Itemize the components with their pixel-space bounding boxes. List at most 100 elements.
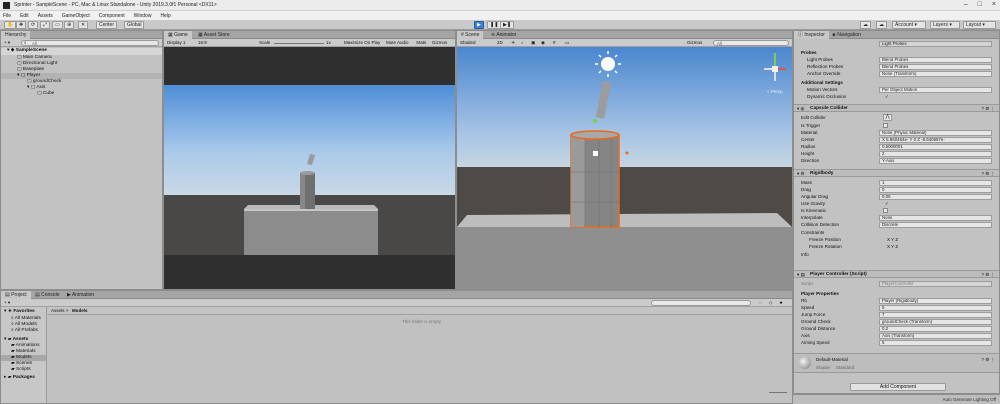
anchor-override-field[interactable]: None (Transform) xyxy=(879,71,992,77)
hidden-objects-icon[interactable]: ◉ xyxy=(541,40,545,46)
component-menu-icon[interactable]: ? ⚙ ⋮ xyxy=(981,272,995,278)
play-button[interactable]: ▶ xyxy=(474,21,484,29)
label-icon[interactable]: ◇ xyxy=(769,300,772,306)
display-dropdown[interactable]: Display 1 xyxy=(167,40,186,45)
constraints-foldout[interactable]: Constraints xyxy=(797,229,996,236)
freeze-position-checkboxes[interactable]: X Y Z xyxy=(887,237,898,242)
step-button[interactable]: ▶❚ xyxy=(500,21,515,29)
dynamic-occlusion-checkbox[interactable]: ✓ xyxy=(885,94,889,100)
hierarchy-item-baseplate[interactable]: ▢ Baseplate xyxy=(17,67,44,72)
collision-detection-dropdown[interactable]: Discrete xyxy=(879,222,992,228)
layout-dropdown[interactable]: Layout ▾ xyxy=(963,21,996,29)
rigidbody-header[interactable]: ▾ ⚙ Rigidbody ? ⚙ ⋮ xyxy=(794,169,999,177)
menu-file[interactable]: File xyxy=(3,13,11,19)
scene-search-input[interactable]: All xyxy=(713,40,789,46)
move-tool-button[interactable]: ✥ xyxy=(16,21,27,29)
add-component-button[interactable]: Add Component xyxy=(850,383,946,391)
account-dropdown[interactable]: Account ▾ xyxy=(892,21,926,29)
pivot-toggle[interactable]: Center xyxy=(96,21,118,29)
player-controller-header[interactable]: ▾ ▤ Player Controller (Script) ? ⚙ ⋮ xyxy=(794,270,999,278)
cloud-icon[interactable]: ☁ xyxy=(876,21,887,29)
custom-tool-button[interactable]: ✕ xyxy=(78,21,89,29)
tab-navigation[interactable]: ◈ Navigation xyxy=(828,31,865,39)
transform-tool-button[interactable]: ⊕ xyxy=(64,21,75,29)
folder-materials[interactable]: ▰ Materials xyxy=(11,349,36,354)
audio-toggle-icon[interactable]: ♪ xyxy=(521,40,523,45)
rect-tool-button[interactable]: ▭ xyxy=(52,21,63,29)
gizmos-dropdown[interactable]: Gizmos xyxy=(432,40,447,45)
tab-animator[interactable]: ≋ Animator xyxy=(487,31,520,39)
freeze-rotation-checkboxes[interactable]: X Y Z xyxy=(887,244,898,249)
2d-toggle[interactable]: 2D xyxy=(497,40,503,45)
stats-toggle[interactable]: Stats xyxy=(416,40,426,45)
favorite-all-prefabs[interactable]: ⌕ All Prefabs xyxy=(11,327,38,333)
is-trigger-checkbox[interactable] xyxy=(883,123,888,128)
tab-game[interactable]: ▦ Game xyxy=(164,31,192,39)
tab-project[interactable]: ▤ Project xyxy=(1,291,31,299)
camera-settings-icon[interactable]: ▭ xyxy=(565,40,569,46)
breadcrumb-models[interactable]: Models xyxy=(72,308,88,313)
menu-help[interactable]: Help xyxy=(160,13,170,19)
assets-section[interactable]: ▾ ▰ Assets xyxy=(4,337,28,342)
component-menu-icon[interactable]: ? ⚙ ⋮ xyxy=(981,171,995,177)
scale-slider[interactable] xyxy=(274,43,324,44)
game-viewport[interactable] xyxy=(164,47,455,289)
space-toggle[interactable]: Global xyxy=(124,21,145,29)
hierarchy-search-input[interactable]: ⌕ All xyxy=(21,40,159,46)
create-dropdown[interactable]: + ▾ xyxy=(4,40,10,46)
direction-dropdown[interactable]: Y-Axis xyxy=(879,158,992,164)
tab-animation[interactable]: ▶ Animation xyxy=(63,291,98,299)
rotate-tool-button[interactable]: ⟳ xyxy=(28,21,39,29)
grid-toggle-icon[interactable]: # xyxy=(553,40,556,45)
favorite-icon[interactable]: ★ xyxy=(779,300,783,306)
hierarchy-item-cube[interactable]: ▢ Cube xyxy=(37,91,54,96)
menu-edit[interactable]: Edit xyxy=(20,13,29,19)
hierarchy-item-samplescene[interactable]: ▾ ◆ SampleScene xyxy=(7,48,47,53)
aspect-dropdown[interactable]: 16:9 xyxy=(198,40,207,45)
breadcrumb-assets[interactable]: Assets xyxy=(51,308,65,313)
layers-dropdown[interactable]: Layers ▾ xyxy=(930,21,960,29)
inspector-field-truncated[interactable]: Light Probes xyxy=(879,41,992,47)
hierarchy-item-groundcheck[interactable]: ▢ groundCheck xyxy=(27,79,61,84)
menu-component[interactable]: Component xyxy=(99,13,125,19)
menu-assets[interactable]: Assets xyxy=(38,13,53,19)
tab-asset-store[interactable]: ▦ Asset Store xyxy=(194,31,234,39)
tab-scene[interactable]: # Scene xyxy=(457,31,484,39)
icon-size-slider[interactable] xyxy=(769,392,787,393)
close-icon[interactable]: × xyxy=(992,1,996,8)
folder-models[interactable]: ▰ Models xyxy=(11,355,32,360)
shading-dropdown[interactable]: Shaded xyxy=(460,40,476,45)
folder-scripts[interactable]: ▰ Scripts xyxy=(11,367,31,372)
shader-dropdown[interactable]: Standard xyxy=(836,365,854,370)
menu-gameobject[interactable]: GameObject xyxy=(62,13,90,19)
maximize-on-play-toggle[interactable]: Maximize On Play xyxy=(344,40,380,45)
favorites-section[interactable]: ▾ ★ Favorites xyxy=(4,309,35,314)
hand-tool-button[interactable]: ✋ xyxy=(4,21,17,29)
hierarchy-item-main-camera[interactable]: ▢ Main Camera xyxy=(17,55,52,60)
effects-toggle-icon[interactable]: ▣ xyxy=(531,40,535,46)
gizmos-dropdown-scene[interactable]: Gizmos xyxy=(687,40,702,45)
probes-header[interactable]: Probes xyxy=(797,49,996,56)
folder-scenes[interactable]: ▰ Scenes xyxy=(11,361,32,366)
mute-audio-toggle[interactable]: Mute Audio xyxy=(386,40,409,45)
edit-collider-button[interactable]: ⋀ xyxy=(883,114,892,121)
additional-settings-header[interactable]: Additional Settings xyxy=(797,79,996,86)
hierarchy-item-directional-light[interactable]: ▢ Directional Light xyxy=(17,61,57,66)
minimize-icon[interactable]: – xyxy=(964,1,968,8)
component-menu-icon[interactable]: ? ⚙ ⋮ xyxy=(981,357,995,363)
lighting-status[interactable]: Auto Generate Lighting Off xyxy=(943,397,996,402)
project-create-dropdown[interactable]: + ▾ xyxy=(4,300,10,306)
project-search-input[interactable] xyxy=(651,300,751,306)
packages-section[interactable]: ▸ ▰ Packages xyxy=(4,375,35,380)
scale-tool-button[interactable]: ⤢ xyxy=(40,21,51,29)
project-content-area[interactable]: This folder is empty xyxy=(48,316,792,403)
menu-window[interactable]: Window xyxy=(134,13,152,19)
hierarchy-item-axis[interactable]: ▾ ▢ Axis xyxy=(27,85,45,90)
capsule-collider-header[interactable]: ▾ ◍ Capsule Collider ? ⚙ ⋮ xyxy=(794,104,999,112)
filter-icon[interactable]: ◌ xyxy=(759,300,762,305)
lighting-toggle-icon[interactable]: ☀ xyxy=(511,40,515,46)
scene-viewport[interactable]: < Persp xyxy=(457,47,792,289)
hierarchy-item-player[interactable]: ▾ ▢ Player xyxy=(17,73,40,78)
aiming-speed-field[interactable]: 5 xyxy=(879,340,992,346)
persp-label[interactable]: < Persp xyxy=(767,89,783,94)
